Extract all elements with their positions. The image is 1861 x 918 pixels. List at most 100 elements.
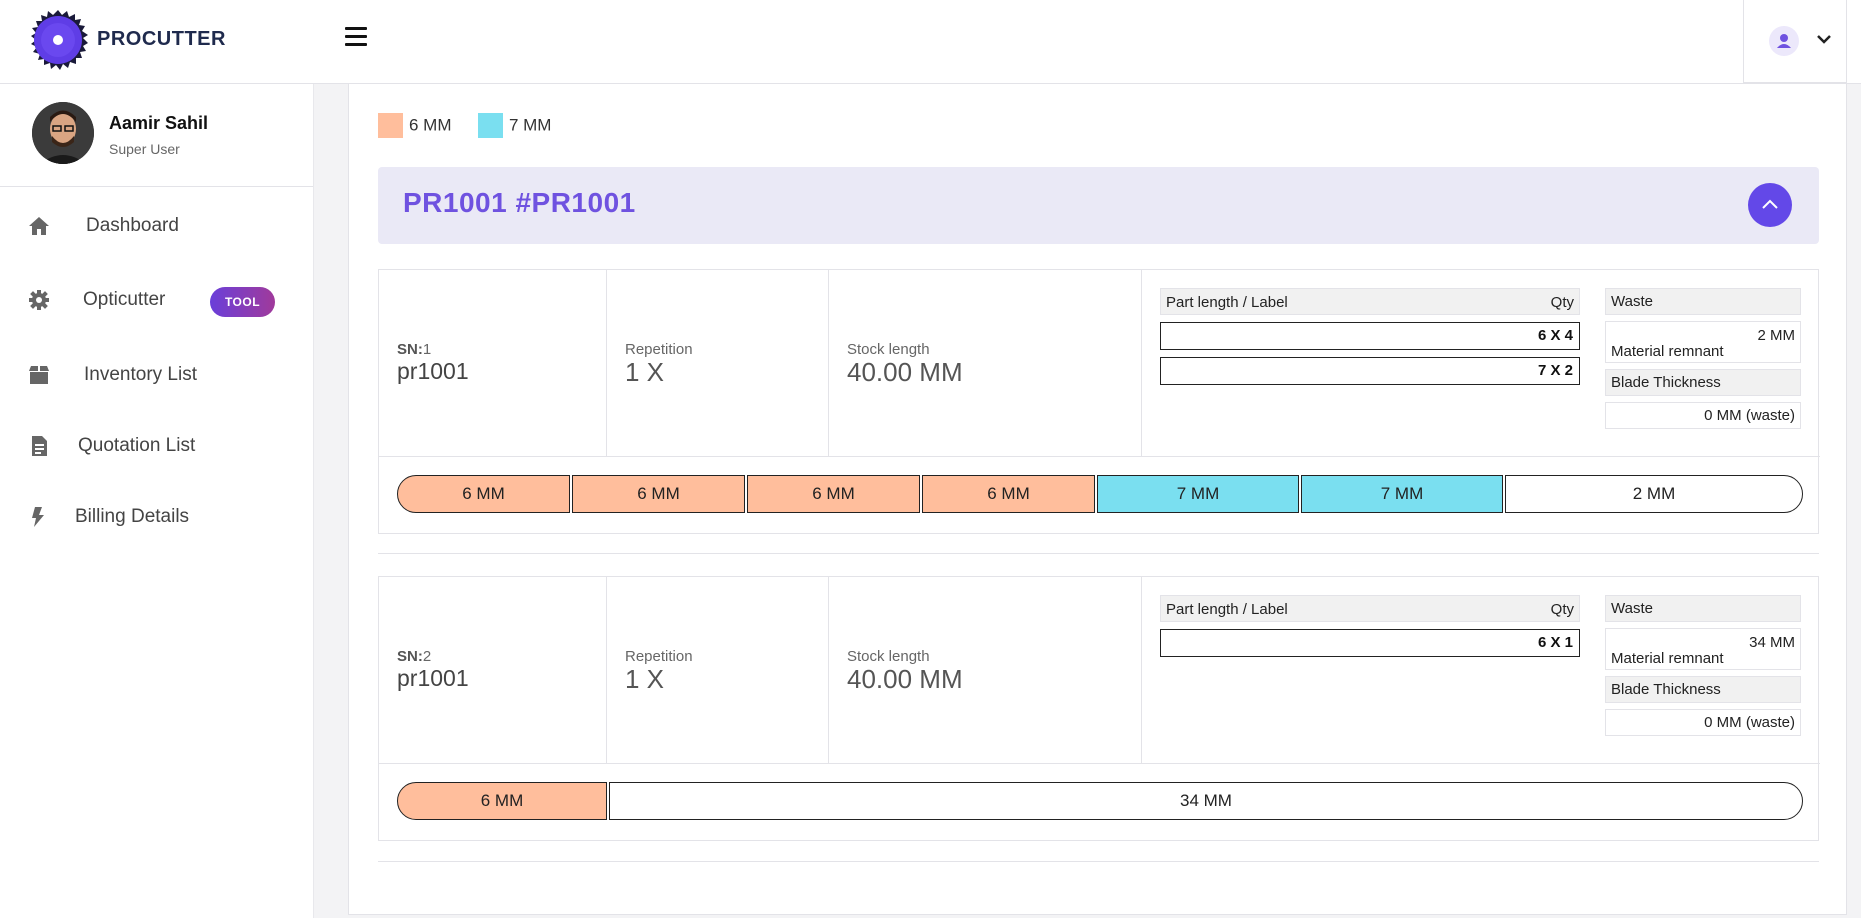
tool-badge: TOOL: [210, 287, 275, 317]
blade-value: 0 MM (waste): [1605, 709, 1801, 736]
blade-value: 0 MM (waste): [1605, 402, 1801, 429]
stock-length-label: Stock length: [847, 648, 930, 665]
brand-name: PROCUTTER: [97, 28, 226, 50]
divider: [378, 861, 1819, 862]
repetition-label: Repetition: [625, 648, 693, 665]
remnant-box: 2 MM Material remnant: [1605, 321, 1801, 363]
waste-header: Waste: [1605, 288, 1801, 315]
user-profile: Aamir Sahil Super User: [0, 84, 313, 187]
sidebar-item-billing[interactable]: Billing Details: [0, 487, 313, 547]
cut-result-card: SN:1 pr1001 Repetition 1 X Stock length …: [378, 269, 1820, 534]
remnant-label: Material remnant: [1611, 343, 1724, 360]
part-length-header: Part length / Label: [1166, 294, 1288, 311]
box-icon: [29, 366, 49, 384]
repetition-cell: Repetition 1 X: [607, 270, 829, 456]
sn-cell: SN:2 pr1001: [379, 577, 607, 763]
legend-item: 6 MM: [378, 113, 452, 138]
blade-header: Blade Thickness: [1605, 676, 1801, 703]
stock-length-value: 40.00 MM: [847, 664, 963, 694]
divider: [378, 553, 1819, 554]
stock-length-cell: Stock length 40.00 MM: [829, 577, 1142, 763]
sn-label: SN:: [397, 341, 423, 358]
waste-header: Waste: [1605, 595, 1801, 622]
avatar: [32, 102, 94, 164]
cut-segment: 6 MM: [397, 782, 607, 820]
user-name: Aamir Sahil: [109, 113, 209, 133]
waste-box: Waste 34 MM Material remnant Blade Thickn…: [1605, 595, 1801, 736]
remnant-value: 2 MM: [1757, 327, 1796, 344]
repetition-label: Repetition: [625, 341, 693, 358]
cut-segment: 6 MM: [922, 475, 1095, 513]
repetition-value: 1 X: [625, 357, 665, 387]
legend-item: 7 MM: [477, 113, 552, 138]
divider: [379, 763, 1820, 764]
chevron-up-icon: [1762, 199, 1778, 209]
project-header: PR1001 #PR1001: [378, 167, 1819, 244]
sidebar-item-label: Inventory List: [84, 364, 197, 385]
sn-number: 2: [422, 648, 432, 665]
cut-segment: 7 MM: [1301, 475, 1503, 513]
blade-header: Blade Thickness: [1605, 369, 1801, 396]
waste-box: Waste 2 MM Material remnant Blade Thickne…: [1605, 288, 1801, 429]
cut-result-card: SN:2 pr1001 Repetition 1 X Stock length …: [378, 576, 1820, 841]
sidebar-item-inventory[interactable]: Inventory List: [0, 345, 313, 405]
remnant-segment: 2 MM: [1505, 475, 1803, 513]
gear-icon: [29, 290, 49, 310]
parts-table: Part length / Label Qty 6 X 4 7 X 2: [1160, 288, 1580, 385]
remnant-value: 34 MM: [1749, 634, 1795, 651]
parts-table-header: Part length / Label Qty: [1160, 288, 1580, 315]
sn-number: 1: [422, 341, 432, 358]
repetition-cell: Repetition 1 X: [607, 577, 829, 763]
home-icon: [29, 217, 49, 235]
user-role: Super User: [109, 141, 180, 157]
part-length-header: Part length / Label: [1166, 601, 1288, 618]
sidebar-item-label: Dashboard: [86, 215, 179, 236]
main-content: 6 MM 7 MM PR1001 #PR1001 SN:1 pr1001 Rep…: [348, 84, 1847, 915]
sidebar-item-quotation[interactable]: Quotation List: [0, 416, 313, 476]
top-bar: PROCUTTER: [0, 0, 1861, 84]
divider: [379, 456, 1820, 457]
bolt-icon: [32, 507, 44, 527]
cut-bar: 6 MM 34 MM: [397, 782, 1803, 820]
sn-cell: SN:1 pr1001: [379, 270, 607, 456]
part-row: 6 X 1: [1160, 629, 1580, 657]
legend-label: 6 MM: [409, 115, 452, 135]
collapse-button[interactable]: [1748, 183, 1792, 227]
document-icon: [32, 436, 47, 456]
legend-swatch: [378, 113, 403, 138]
user-avatar-icon: [1769, 26, 1799, 56]
legend-swatch: [477, 113, 503, 138]
repetition-value: 1 X: [625, 664, 665, 694]
menu-toggle-icon[interactable]: [345, 27, 367, 49]
part-row: 7 X 2: [1160, 357, 1580, 385]
cut-segment: 6 MM: [572, 475, 745, 513]
remnant-segment: 34 MM: [609, 782, 1803, 820]
sidebar-item-label: Quotation List: [78, 435, 196, 456]
user-menu-button[interactable]: [1743, 0, 1847, 83]
stock-length-value: 40.00 MM: [847, 357, 963, 387]
part-row: 6 X 4: [1160, 322, 1580, 350]
remnant-label: Material remnant: [1611, 650, 1724, 667]
qty-header: Qty: [1550, 601, 1574, 618]
sidebar-item-label: Billing Details: [75, 506, 190, 527]
cut-segment: 7 MM: [1097, 475, 1299, 513]
stock-name: pr1001: [397, 665, 469, 691]
saw-blade-logo-icon: [31, 10, 88, 70]
cut-segment: 6 MM: [747, 475, 920, 513]
cut-segment: 6 MM: [397, 475, 570, 513]
sidebar: Aamir Sahil Super User Dashboard Opticut…: [0, 84, 314, 918]
sidebar-item-opticutter[interactable]: Opticutter TOOL: [0, 270, 313, 330]
qty-header: Qty: [1550, 294, 1574, 311]
remnant-box: 34 MM Material remnant: [1605, 628, 1801, 670]
parts-table-header: Part length / Label Qty: [1160, 595, 1580, 622]
size-legend: 6 MM 7 MM: [378, 113, 573, 138]
parts-table: Part length / Label Qty 6 X 1: [1160, 595, 1580, 657]
sidebar-item-dashboard[interactable]: Dashboard: [0, 196, 313, 256]
cut-bar: 6 MM 6 MM 6 MM 6 MM 7 MM 7 MM 2 MM: [397, 475, 1803, 513]
sn-label: SN:: [397, 648, 423, 665]
stock-name: pr1001: [397, 358, 469, 384]
legend-label: 7 MM: [508, 115, 552, 135]
stock-length-cell: Stock length 40.00 MM: [829, 270, 1142, 456]
sidebar-item-label: Opticutter: [83, 289, 166, 310]
stock-length-label: Stock length: [847, 341, 930, 358]
